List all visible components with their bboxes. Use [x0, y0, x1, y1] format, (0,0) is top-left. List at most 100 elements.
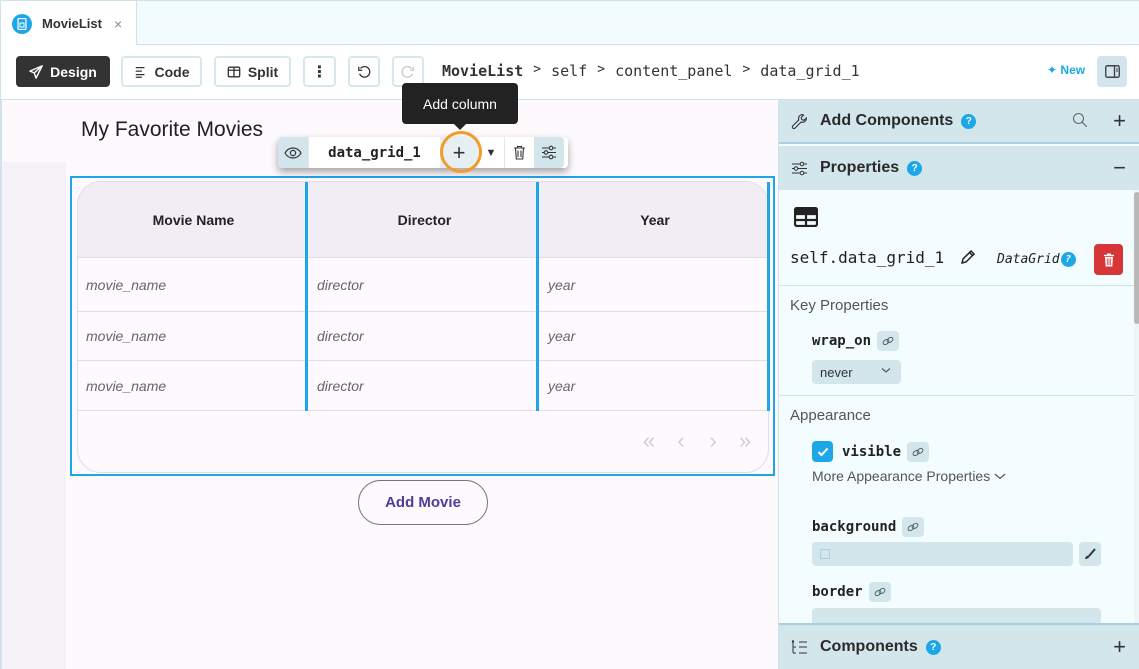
properties-panel: self.data_grid_1 DataGrid ? Key Properti…: [779, 190, 1139, 625]
color-picker-button[interactable]: [1079, 542, 1101, 566]
last-page-icon[interactable]: »: [736, 428, 754, 454]
table-cell: movie_name: [86, 377, 167, 394]
help-icon[interactable]: ?: [925, 639, 941, 655]
component-type-text: DataGrid: [997, 252, 1060, 267]
more-dropdown-button[interactable]: ▼: [478, 137, 504, 168]
design-button[interactable]: Design: [16, 56, 110, 87]
link-icon[interactable]: [868, 582, 891, 602]
wrap-on-label: wrap_on: [812, 331, 900, 351]
split-view-icon: [227, 66, 241, 77]
table-row[interactable]: movie_name director year: [78, 312, 768, 361]
properties-header[interactable]: Properties ? −: [779, 146, 1139, 190]
breadcrumb-separator: >: [742, 62, 751, 77]
close-icon[interactable]: ×: [114, 16, 122, 32]
new-button[interactable]: ✦ New: [1047, 63, 1085, 77]
properties-scrollbar[interactable]: [1134, 190, 1139, 625]
table-cell: movie_name: [86, 328, 167, 344]
more-appearance-toggle[interactable]: More Appearance Properties: [812, 468, 1006, 484]
column-header-movie-name[interactable]: Movie Name: [78, 182, 309, 258]
code-button[interactable]: Code: [121, 56, 202, 87]
component-settings-button[interactable]: [534, 137, 564, 168]
visibility-toggle-button[interactable]: [278, 137, 308, 168]
appearance-label: Appearance: [790, 407, 871, 424]
background-color-input[interactable]: [812, 542, 1073, 566]
add-movie-button[interactable]: Add Movie: [358, 480, 488, 525]
help-icon[interactable]: ?: [961, 113, 977, 129]
trash-icon: [514, 145, 525, 160]
delete-component-button[interactable]: [504, 137, 534, 168]
split-button[interactable]: Split: [214, 56, 291, 87]
components-header[interactable]: Components ? +: [779, 623, 1139, 669]
visible-checkbox[interactable]: [812, 441, 833, 462]
breadcrumb-separator: >: [533, 62, 542, 77]
more-options-button[interactable]: ⋮: [303, 56, 336, 87]
editor-toolbar: Design Code Split ⋮ MovieList > self > c…: [0, 45, 1139, 100]
key-properties-label: Key Properties: [790, 297, 889, 314]
plus-icon: +: [452, 139, 466, 165]
previous-page-icon[interactable]: ‹: [672, 428, 690, 454]
text-lines-icon: [135, 66, 144, 78]
delete-component-button[interactable]: [1094, 244, 1123, 275]
toggle-panel-button[interactable]: [1097, 56, 1127, 87]
component-type: DataGrid ?: [997, 252, 1076, 267]
link-icon[interactable]: [907, 441, 930, 462]
add-components-title: Add Components: [820, 112, 954, 129]
table-cell: year: [548, 328, 576, 344]
data-grid-selection[interactable]: Movie Name Director Year movie_name dire…: [70, 176, 775, 476]
border-label: border: [812, 582, 891, 602]
column-header-director[interactable]: Director: [309, 182, 540, 258]
column-divider-handle[interactable]: [305, 182, 308, 411]
eye-icon: [284, 146, 302, 159]
wrap-on-value: never: [820, 364, 853, 380]
column-divider-handle[interactable]: [767, 182, 770, 411]
pencil-icon[interactable]: [960, 249, 976, 265]
add-components-header[interactable]: Add Components ? +: [779, 100, 1139, 144]
more-vertical-icon: ⋮: [311, 63, 328, 81]
undo-button[interactable]: [348, 56, 380, 87]
first-page-icon[interactable]: «: [640, 428, 658, 454]
new-label: New: [1060, 63, 1086, 77]
breadcrumb: MovieList > self > content_panel > data_…: [442, 62, 860, 80]
collapse-icon[interactable]: −: [1113, 155, 1126, 181]
breadcrumb-item-self[interactable]: self: [551, 62, 587, 80]
add-icon[interactable]: +: [1113, 634, 1126, 660]
component-path-text: self.data_grid_1: [790, 248, 945, 267]
help-icon[interactable]: ?: [907, 160, 923, 176]
redo-icon: [401, 65, 414, 78]
next-page-icon[interactable]: ›: [704, 428, 722, 454]
link-icon[interactable]: [902, 517, 925, 537]
caret-down-icon: ▼: [485, 146, 497, 159]
breadcrumb-root[interactable]: MovieList: [442, 62, 523, 80]
tab-movielist[interactable]: MovieList ×: [1, 1, 137, 46]
breadcrumb-separator: >: [597, 62, 606, 77]
add-icon[interactable]: +: [1113, 108, 1126, 134]
data-grid[interactable]: Movie Name Director Year movie_name dire…: [77, 181, 769, 473]
form-file-icon: [12, 13, 32, 34]
search-icon[interactable]: [1072, 112, 1088, 128]
table-row[interactable]: movie_name director year: [78, 258, 768, 312]
table-row[interactable]: movie_name director year: [78, 361, 768, 411]
chevron-down-icon: [994, 473, 1006, 480]
column-divider-handle[interactable]: [536, 182, 539, 411]
background-label: background: [812, 517, 925, 537]
wrap-on-select[interactable]: never: [812, 360, 901, 384]
properties-title: Properties: [820, 159, 900, 176]
component-floating-toolbar: data_grid_1 + ▼: [278, 137, 568, 168]
help-icon[interactable]: ?: [1060, 252, 1076, 267]
page-title[interactable]: My Favorite Movies: [81, 118, 263, 142]
grid-header-row: Movie Name Director Year: [78, 182, 768, 258]
tab-bar: MovieList ×: [0, 0, 1139, 46]
table-cell: year: [548, 276, 576, 293]
tree-list-icon: [791, 639, 807, 653]
column-header-year[interactable]: Year: [540, 182, 768, 258]
wrench-icon: [791, 113, 807, 129]
breadcrumb-item-data-grid[interactable]: data_grid_1: [760, 62, 859, 80]
breadcrumb-item-content-panel[interactable]: content_panel: [615, 62, 732, 80]
canvas-gutter: [2, 162, 66, 669]
add-column-button[interactable]: +: [440, 137, 478, 168]
check-icon: [817, 447, 828, 456]
scrollbar-thumb[interactable]: [1134, 192, 1139, 324]
component-name-label: data_grid_1: [308, 137, 440, 168]
background-text: background: [812, 519, 897, 535]
link-icon[interactable]: [877, 331, 900, 351]
